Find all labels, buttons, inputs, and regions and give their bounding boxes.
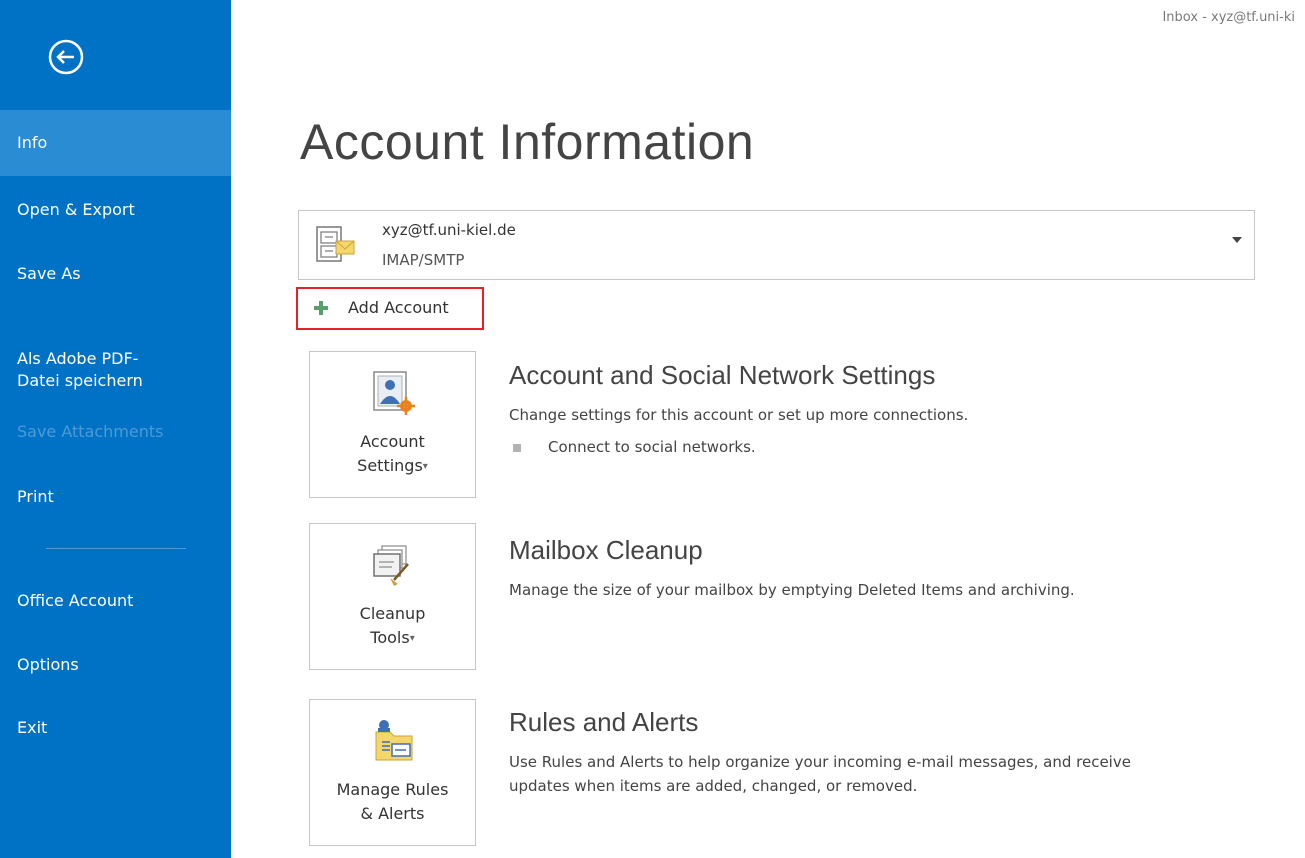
nav-options[interactable]: Options: [0, 654, 231, 676]
account-settings-button[interactable]: Account Settings▾: [309, 351, 476, 498]
rules-alerts-description-line2: updates when items are added, changed, o…: [509, 777, 918, 795]
account-selector[interactable]: xyz@tf.uni-kiel.de IMAP/SMTP: [298, 210, 1255, 280]
back-arrow-circle-icon[interactable]: [35, 26, 97, 88]
nav-save-as-label: Save As: [17, 264, 81, 283]
nav-save-attachments: Save Attachments: [0, 421, 231, 443]
manage-rules-alerts-label: Manage Rules & Alerts: [310, 778, 475, 826]
rules-alerts-icon: [375, 720, 413, 761]
mailbox-cleanup-title: Mailbox Cleanup: [509, 535, 703, 565]
account-settings-title: Account and Social Network Settings: [509, 360, 936, 390]
cleanup-tools-label: Cleanup Tools▾: [310, 602, 475, 651]
bullet-square-icon: [513, 444, 521, 452]
rules-alerts-title: Rules and Alerts: [509, 707, 699, 737]
manage-rules-alerts-button[interactable]: Manage Rules & Alerts: [309, 699, 476, 846]
nav-office-account-label: Office Account: [17, 591, 134, 610]
nav-print-label: Print: [17, 487, 54, 506]
nav-exit-label: Exit: [17, 718, 48, 737]
nav-print[interactable]: Print: [0, 486, 231, 508]
account-settings-label: Account Settings▾: [310, 430, 475, 479]
caret-down-icon: ▾: [409, 633, 415, 644]
rules-alerts-description: Use Rules and Alerts to help organize yo…: [509, 750, 1131, 798]
nav-save-as-pdf-label: Als Adobe PDF- Datei speichern: [17, 349, 143, 390]
backstage-sidebar: Info Open & Export Save As Als Adobe PDF…: [0, 0, 231, 858]
back-button[interactable]: [35, 26, 97, 88]
nav-office-account[interactable]: Office Account: [0, 590, 231, 612]
nav-save-as-pdf[interactable]: Als Adobe PDF- Datei speichern: [0, 326, 231, 392]
account-settings-label-line2: Settings: [357, 456, 423, 475]
add-account-button[interactable]: Add Account: [296, 287, 484, 330]
nav-open-export-label: Open & Export: [17, 200, 135, 219]
manage-rules-label-line2: & Alerts: [360, 804, 425, 823]
nav-open-export[interactable]: Open & Export: [0, 199, 231, 221]
nav-options-label: Options: [17, 655, 79, 674]
nav-save-attachments-label: Save Attachments: [17, 422, 164, 441]
nav-info-label: Info: [17, 133, 48, 152]
page-title: Account Information: [300, 114, 755, 170]
cleanup-tools-icon: [373, 545, 409, 586]
account-type: IMAP/SMTP: [382, 251, 465, 269]
cleanup-tools-button[interactable]: Cleanup Tools▾: [309, 523, 476, 670]
nav-info[interactable]: Info: [0, 110, 231, 176]
account-settings-label-line1: Account: [360, 432, 425, 451]
nav-save-as[interactable]: Save As: [0, 263, 231, 285]
nav-exit[interactable]: Exit: [0, 717, 231, 739]
account-settings-description: Change settings for this account or set …: [509, 406, 969, 424]
email-account-icon: [316, 226, 355, 262]
account-email: xyz@tf.uni-kiel.de: [382, 221, 516, 239]
rules-alerts-description-line1: Use Rules and Alerts to help organize yo…: [509, 753, 1131, 771]
sidebar-divider: [46, 548, 186, 549]
caret-down-icon: ▾: [422, 461, 428, 472]
plus-icon: [314, 301, 328, 315]
mailbox-cleanup-description: Manage the size of your mailbox by empty…: [509, 581, 1075, 599]
connect-social-networks-link[interactable]: Connect to social networks.: [548, 438, 756, 456]
manage-rules-label-line1: Manage Rules: [336, 780, 449, 799]
window-title: Inbox - xyz@tf.uni-ki: [1162, 10, 1295, 25]
account-settings-icon: [373, 371, 415, 415]
add-account-label: Add Account: [348, 298, 449, 317]
chevron-down-icon[interactable]: [1232, 237, 1242, 243]
cleanup-tools-label-line2: Tools: [370, 628, 410, 647]
cleanup-tools-label-line1: Cleanup: [359, 604, 426, 623]
